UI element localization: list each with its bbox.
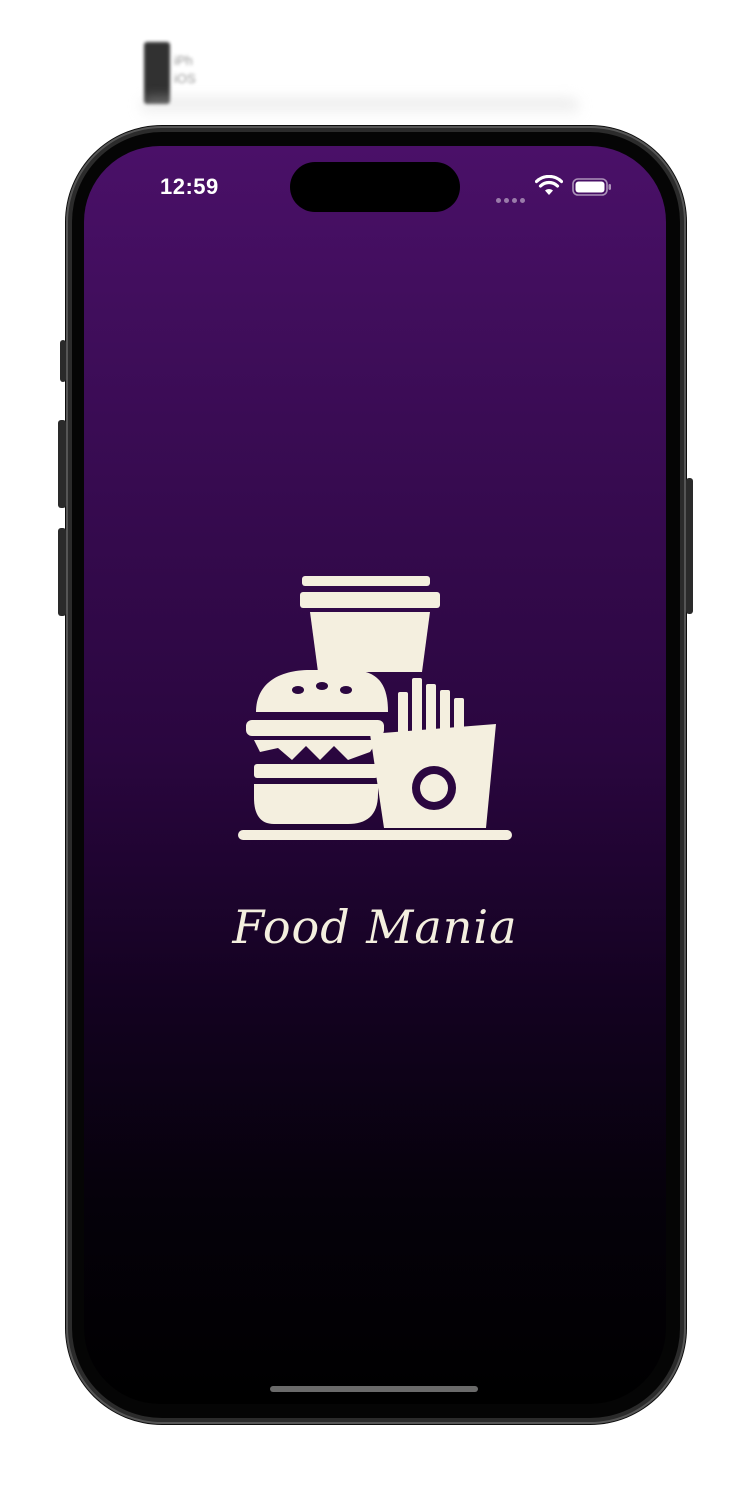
volume-up-button[interactable]	[58, 420, 66, 508]
cellular-signal-icon	[496, 188, 528, 203]
simulator-canvas: iPh iOS 12:59 Food Mania	[0, 0, 749, 1489]
status-time: 12:59	[160, 174, 219, 199]
home-indicator[interactable]	[270, 1386, 478, 1392]
app-name-title: Food Mania	[232, 900, 518, 954]
simulator-label-mark	[144, 42, 170, 104]
volume-down-button[interactable]	[58, 528, 66, 616]
battery-icon	[572, 178, 611, 196]
simulator-os-name: iOS	[174, 71, 196, 86]
wifi-icon	[535, 175, 563, 195]
dynamic-island	[290, 162, 460, 212]
simulator-toolbar-blur	[140, 98, 580, 118]
action-button[interactable]	[60, 340, 66, 382]
simulator-device-name: iPh	[174, 53, 193, 68]
simulator-label-text: iPh iOS	[174, 52, 196, 88]
power-button[interactable]	[686, 478, 693, 614]
fast-food-combo-icon	[238, 576, 512, 840]
splash-screen: 12:59 Food Mania	[84, 146, 666, 1404]
